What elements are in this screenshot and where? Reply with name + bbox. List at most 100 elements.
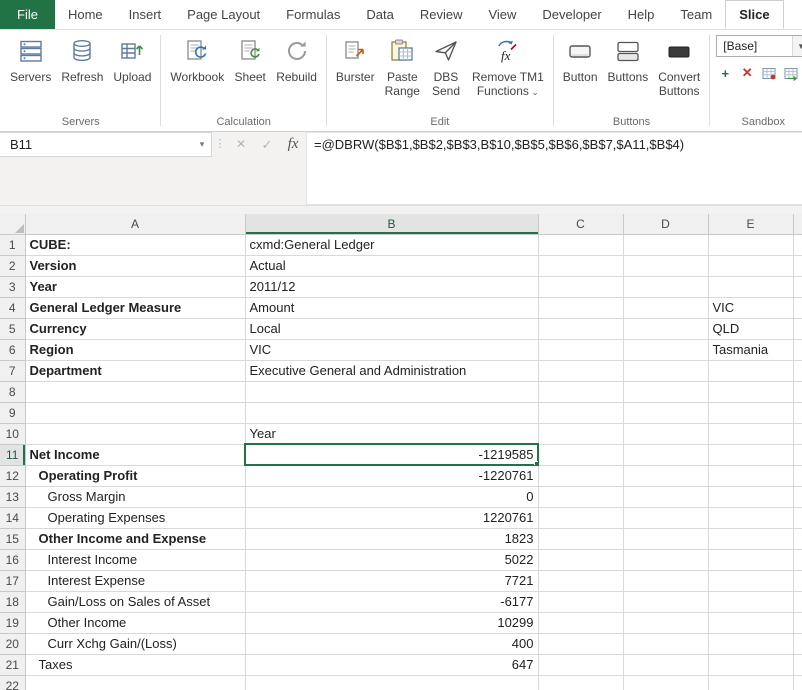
row-header-6[interactable]: 6 bbox=[0, 339, 25, 360]
cell-C16[interactable] bbox=[538, 549, 623, 570]
cell-D2[interactable] bbox=[623, 255, 708, 276]
cell-D4[interactable] bbox=[623, 297, 708, 318]
cell-E2[interactable] bbox=[708, 255, 793, 276]
cell-F2[interactable] bbox=[793, 255, 802, 276]
cell-A8[interactable] bbox=[25, 381, 245, 402]
row-header-17[interactable]: 17 bbox=[0, 570, 25, 591]
ribbon-button-upload[interactable]: Upload bbox=[108, 31, 156, 85]
cell-B11[interactable]: -1219585 bbox=[245, 444, 538, 465]
row-header-10[interactable]: 10 bbox=[0, 423, 25, 444]
ribbon-button-rebuild[interactable]: Rebuild bbox=[271, 31, 322, 85]
ribbon-tab-view[interactable]: View bbox=[475, 0, 529, 29]
cell-F7[interactable] bbox=[793, 360, 802, 381]
cell-F8[interactable] bbox=[793, 381, 802, 402]
cell-D22[interactable] bbox=[623, 675, 708, 690]
row-header-8[interactable]: 8 bbox=[0, 381, 25, 402]
cell-E14[interactable] bbox=[708, 507, 793, 528]
cell-D13[interactable] bbox=[623, 486, 708, 507]
cell-F18[interactable] bbox=[793, 591, 802, 612]
cell-F13[interactable] bbox=[793, 486, 802, 507]
cell-F10[interactable] bbox=[793, 423, 802, 444]
ribbon-button-workbook[interactable]: Workbook bbox=[165, 31, 229, 85]
row-header-3[interactable]: 3 bbox=[0, 276, 25, 297]
cell-D17[interactable] bbox=[623, 570, 708, 591]
cell-E4[interactable]: VIC bbox=[708, 297, 793, 318]
cell-A6[interactable]: Region bbox=[25, 339, 245, 360]
cell-B10[interactable]: Year bbox=[245, 423, 538, 444]
ribbon-button-servers[interactable]: Servers bbox=[5, 31, 56, 85]
ribbon-button-dbs-send[interactable]: DBSSend bbox=[425, 31, 467, 100]
cell-B21[interactable]: 647 bbox=[245, 654, 538, 675]
cell-E9[interactable] bbox=[708, 402, 793, 423]
cell-C9[interactable] bbox=[538, 402, 623, 423]
cell-A12[interactable]: Operating Profit bbox=[25, 465, 245, 486]
insert-function-icon[interactable]: fx bbox=[280, 132, 306, 157]
row-header-4[interactable]: 4 bbox=[0, 297, 25, 318]
ribbon-tab-data[interactable]: Data bbox=[353, 0, 406, 29]
cell-B13[interactable]: 0 bbox=[245, 486, 538, 507]
cell-D5[interactable] bbox=[623, 318, 708, 339]
cell-B3[interactable]: 2011/12 bbox=[245, 276, 538, 297]
cell-A13[interactable]: Gross Margin bbox=[25, 486, 245, 507]
cell-F4[interactable] bbox=[793, 297, 802, 318]
cell-A1[interactable]: CUBE: bbox=[25, 234, 245, 255]
cell-F14[interactable] bbox=[793, 507, 802, 528]
column-header-e[interactable]: E bbox=[708, 214, 793, 234]
row-header-9[interactable]: 9 bbox=[0, 402, 25, 423]
cell-C7[interactable] bbox=[538, 360, 623, 381]
row-header-14[interactable]: 14 bbox=[0, 507, 25, 528]
cell-E3[interactable] bbox=[708, 276, 793, 297]
cell-E1[interactable] bbox=[708, 234, 793, 255]
cell-E18[interactable] bbox=[708, 591, 793, 612]
cell-A14[interactable]: Operating Expenses bbox=[25, 507, 245, 528]
cell-B7[interactable]: Executive General and Administration bbox=[245, 360, 538, 381]
column-header-c[interactable]: C bbox=[538, 214, 623, 234]
sandbox-select[interactable]: [Base]▼ bbox=[716, 35, 802, 57]
cell-F12[interactable] bbox=[793, 465, 802, 486]
cell-F20[interactable] bbox=[793, 633, 802, 654]
cell-E21[interactable] bbox=[708, 654, 793, 675]
ribbon-button-convert-buttons[interactable]: ConvertButtons bbox=[653, 31, 705, 100]
cell-B1[interactable]: cxmd:General Ledger bbox=[245, 234, 538, 255]
row-header-13[interactable]: 13 bbox=[0, 486, 25, 507]
cell-C2[interactable] bbox=[538, 255, 623, 276]
delete-icon[interactable]: ✕ bbox=[738, 64, 756, 82]
name-box-dropdown-icon[interactable]: ▾ bbox=[193, 139, 211, 150]
cell-A2[interactable]: Version bbox=[25, 255, 245, 276]
cell-C13[interactable] bbox=[538, 486, 623, 507]
cell-A7[interactable]: Department bbox=[25, 360, 245, 381]
cell-B17[interactable]: 7721 bbox=[245, 570, 538, 591]
cell-F1[interactable] bbox=[793, 234, 802, 255]
ribbon-button-burster[interactable]: Burster bbox=[331, 31, 380, 85]
cell-C18[interactable] bbox=[538, 591, 623, 612]
cell-C20[interactable] bbox=[538, 633, 623, 654]
cell-D10[interactable] bbox=[623, 423, 708, 444]
cell-F3[interactable] bbox=[793, 276, 802, 297]
cell-B18[interactable]: -6177 bbox=[245, 591, 538, 612]
cell-C11[interactable] bbox=[538, 444, 623, 465]
cell-B19[interactable]: 10299 bbox=[245, 612, 538, 633]
cell-C17[interactable] bbox=[538, 570, 623, 591]
cell-A4[interactable]: General Ledger Measure bbox=[25, 297, 245, 318]
cell-A9[interactable] bbox=[25, 402, 245, 423]
cell-B6[interactable]: VIC bbox=[245, 339, 538, 360]
cell-A16[interactable]: Interest Income bbox=[25, 549, 245, 570]
name-box[interactable]: B11 ▾ bbox=[0, 132, 212, 157]
record-sandbox-icon[interactable] bbox=[760, 64, 778, 82]
cell-E8[interactable] bbox=[708, 381, 793, 402]
column-header-f[interactable]: F bbox=[793, 214, 802, 234]
cell-B4[interactable]: Amount bbox=[245, 297, 538, 318]
row-header-18[interactable]: 18 bbox=[0, 591, 25, 612]
cell-D1[interactable] bbox=[623, 234, 708, 255]
cell-E7[interactable] bbox=[708, 360, 793, 381]
cell-D14[interactable] bbox=[623, 507, 708, 528]
cell-B16[interactable]: 5022 bbox=[245, 549, 538, 570]
cell-A5[interactable]: Currency bbox=[25, 318, 245, 339]
cell-C4[interactable] bbox=[538, 297, 623, 318]
cell-D8[interactable] bbox=[623, 381, 708, 402]
ribbon-tab-review[interactable]: Review bbox=[407, 0, 476, 29]
cell-E5[interactable]: QLD bbox=[708, 318, 793, 339]
row-header-1[interactable]: 1 bbox=[0, 234, 25, 255]
ribbon-button-refresh[interactable]: Refresh bbox=[56, 31, 108, 85]
row-header-21[interactable]: 21 bbox=[0, 654, 25, 675]
